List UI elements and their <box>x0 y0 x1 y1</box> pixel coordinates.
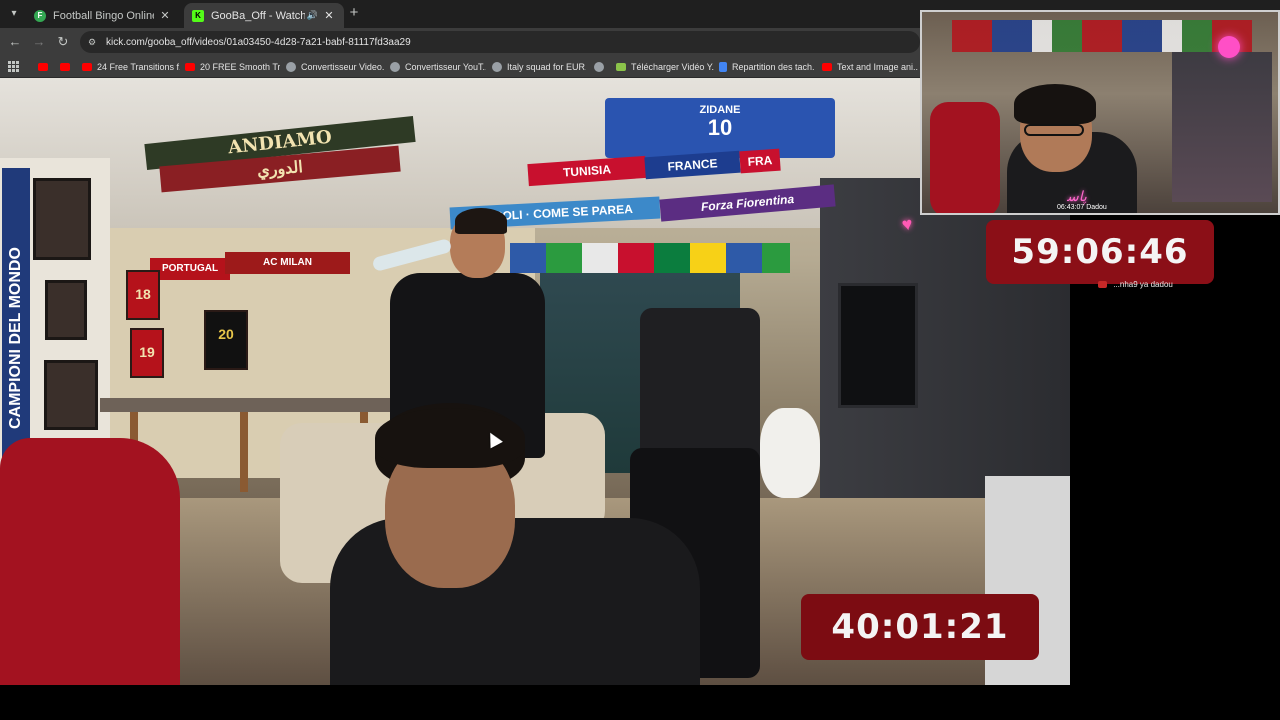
flag-bunting <box>510 243 790 273</box>
wall-frame <box>33 178 91 260</box>
forward-arrow-icon[interactable]: → <box>31 34 47 50</box>
document-icon <box>719 62 727 72</box>
webcam-scarves <box>952 20 1252 52</box>
kick-favicon-icon: K <box>192 9 204 22</box>
portugal-scarf: PORTUGAL <box>150 258 230 280</box>
bookmark-label: Italy squad for EUR... <box>507 62 586 72</box>
bookmark-item[interactable]: 24 Free Transitions f... <box>82 60 180 74</box>
reload-icon[interactable]: ↻ <box>55 34 71 50</box>
tab-gooba-vod[interactable]: K GooBa_Off - Watch the VOD 🔊 ✕ <box>184 3 344 28</box>
bookmark-item[interactable] <box>594 60 609 74</box>
webcam-setup <box>1172 52 1272 202</box>
bookmark-item[interactable] <box>60 60 75 74</box>
webcam-caption: 06:43:07 Dadou <box>1057 204 1107 211</box>
bookmark-label: Télécharger Vidéo Y... <box>631 62 714 72</box>
webcam-red-chair <box>930 102 1000 213</box>
new-tab-button[interactable]: + <box>346 5 362 22</box>
chat-message: ...nha9 ya dadou <box>1098 280 1173 289</box>
wall-monitor <box>838 283 918 408</box>
globe-icon <box>390 62 400 72</box>
tab-football-bingo[interactable]: F Football Bingo Online - Play Now ✕ <box>26 3 180 28</box>
youtube-icon <box>185 63 195 71</box>
tab-title: GooBa_Off - Watch the VOD <box>211 9 305 22</box>
bookmark-item[interactable] <box>38 60 53 74</box>
tab-search-chevron-icon[interactable]: ▾ <box>6 6 22 22</box>
fra-scarf: FRA <box>739 148 781 174</box>
bookmark-item[interactable]: Convertisseur YouT... <box>390 60 486 74</box>
bookmark-label: 20 FREE Smooth Tra... <box>200 62 280 72</box>
bookmark-label: Convertisseur Video... <box>301 62 384 72</box>
youtube-icon <box>38 63 48 71</box>
address-bar[interactable]: ⚙ kick.com/gooba_off/videos/01a03450-4d2… <box>80 31 920 53</box>
acmilan-scarf: AC MILAN <box>225 252 350 274</box>
framed-shirt: 20 <box>204 310 248 370</box>
globe-icon <box>286 62 296 72</box>
bookmark-item[interactable]: Convertisseur Video... <box>286 60 384 74</box>
bookmark-item[interactable]: Télécharger Vidéo Y... <box>616 60 714 74</box>
bookmark-item[interactable]: Repartition des tach... <box>719 60 815 74</box>
download-icon <box>616 63 626 71</box>
seated-person <box>330 518 700 685</box>
seated-person-hair-top <box>375 408 525 468</box>
youtube-icon <box>82 63 92 71</box>
tab-close-icon[interactable]: ✕ <box>158 9 172 22</box>
bottom-bar <box>0 685 1280 720</box>
bookmark-label: Convertisseur YouT... <box>405 62 486 72</box>
apps-grid-icon[interactable] <box>8 61 19 72</box>
bookmark-item[interactable]: Text and Image ani... <box>822 60 918 74</box>
framed-shirt: 18 <box>126 270 160 320</box>
speaker-icon[interactable]: 🔊 <box>307 10 318 21</box>
webcam-neon-sign: ﭘﺎﺳ <box>1067 188 1087 204</box>
webcam-neon-light <box>1218 36 1240 58</box>
wall-frame <box>44 360 98 430</box>
ping-pong-table <box>100 398 410 412</box>
tab-close-icon[interactable]: ✕ <box>322 9 336 22</box>
ring-light <box>760 408 820 498</box>
countdown-timer-overlay: 59:06:46 <box>986 220 1214 284</box>
streamer-glasses <box>1024 124 1084 136</box>
zidane-jersey: ZIDANE 10 <box>605 98 835 158</box>
bookmark-label: Text and Image ani... <box>837 62 918 72</box>
globe-icon <box>594 62 604 72</box>
red-gaming-chair <box>0 438 180 685</box>
webcam-overlay: ﭘﺎﺳ 06:43:07 Dadou <box>920 10 1280 215</box>
youtube-icon <box>60 63 70 71</box>
jersey-number: 10 <box>707 115 733 140</box>
youtube-icon <box>822 63 832 71</box>
countdown-timer-video: 40:01:21 <box>801 594 1039 660</box>
bookmark-label: 24 Free Transitions f... <box>97 62 180 72</box>
framed-shirt: 19 <box>130 328 164 378</box>
tab-title: Football Bingo Online - Play Now <box>53 9 154 22</box>
address-url: kick.com/gooba_off/videos/01a03450-4d28-… <box>106 36 411 48</box>
streamer-hair <box>1014 84 1096 124</box>
bookmark-item[interactable]: Italy squad for EUR... <box>492 60 586 74</box>
bookmark-label: Repartition des tach... <box>732 62 815 72</box>
wall-frame <box>45 280 87 340</box>
table-leg <box>240 412 248 492</box>
back-arrow-icon[interactable]: ← <box>7 34 23 50</box>
tune-icon[interactable]: ⚙ <box>88 37 100 47</box>
bookmark-item[interactable]: 20 FREE Smooth Tra... <box>185 60 280 74</box>
standing-person-hair <box>455 208 507 234</box>
football-bingo-favicon-icon: F <box>34 9 46 22</box>
globe-icon <box>492 62 502 72</box>
chat-message-text: ...nha9 ya dadou <box>1113 280 1173 289</box>
chat-emote-icon <box>1098 281 1107 289</box>
neon-sign: ♥ <box>900 213 915 235</box>
